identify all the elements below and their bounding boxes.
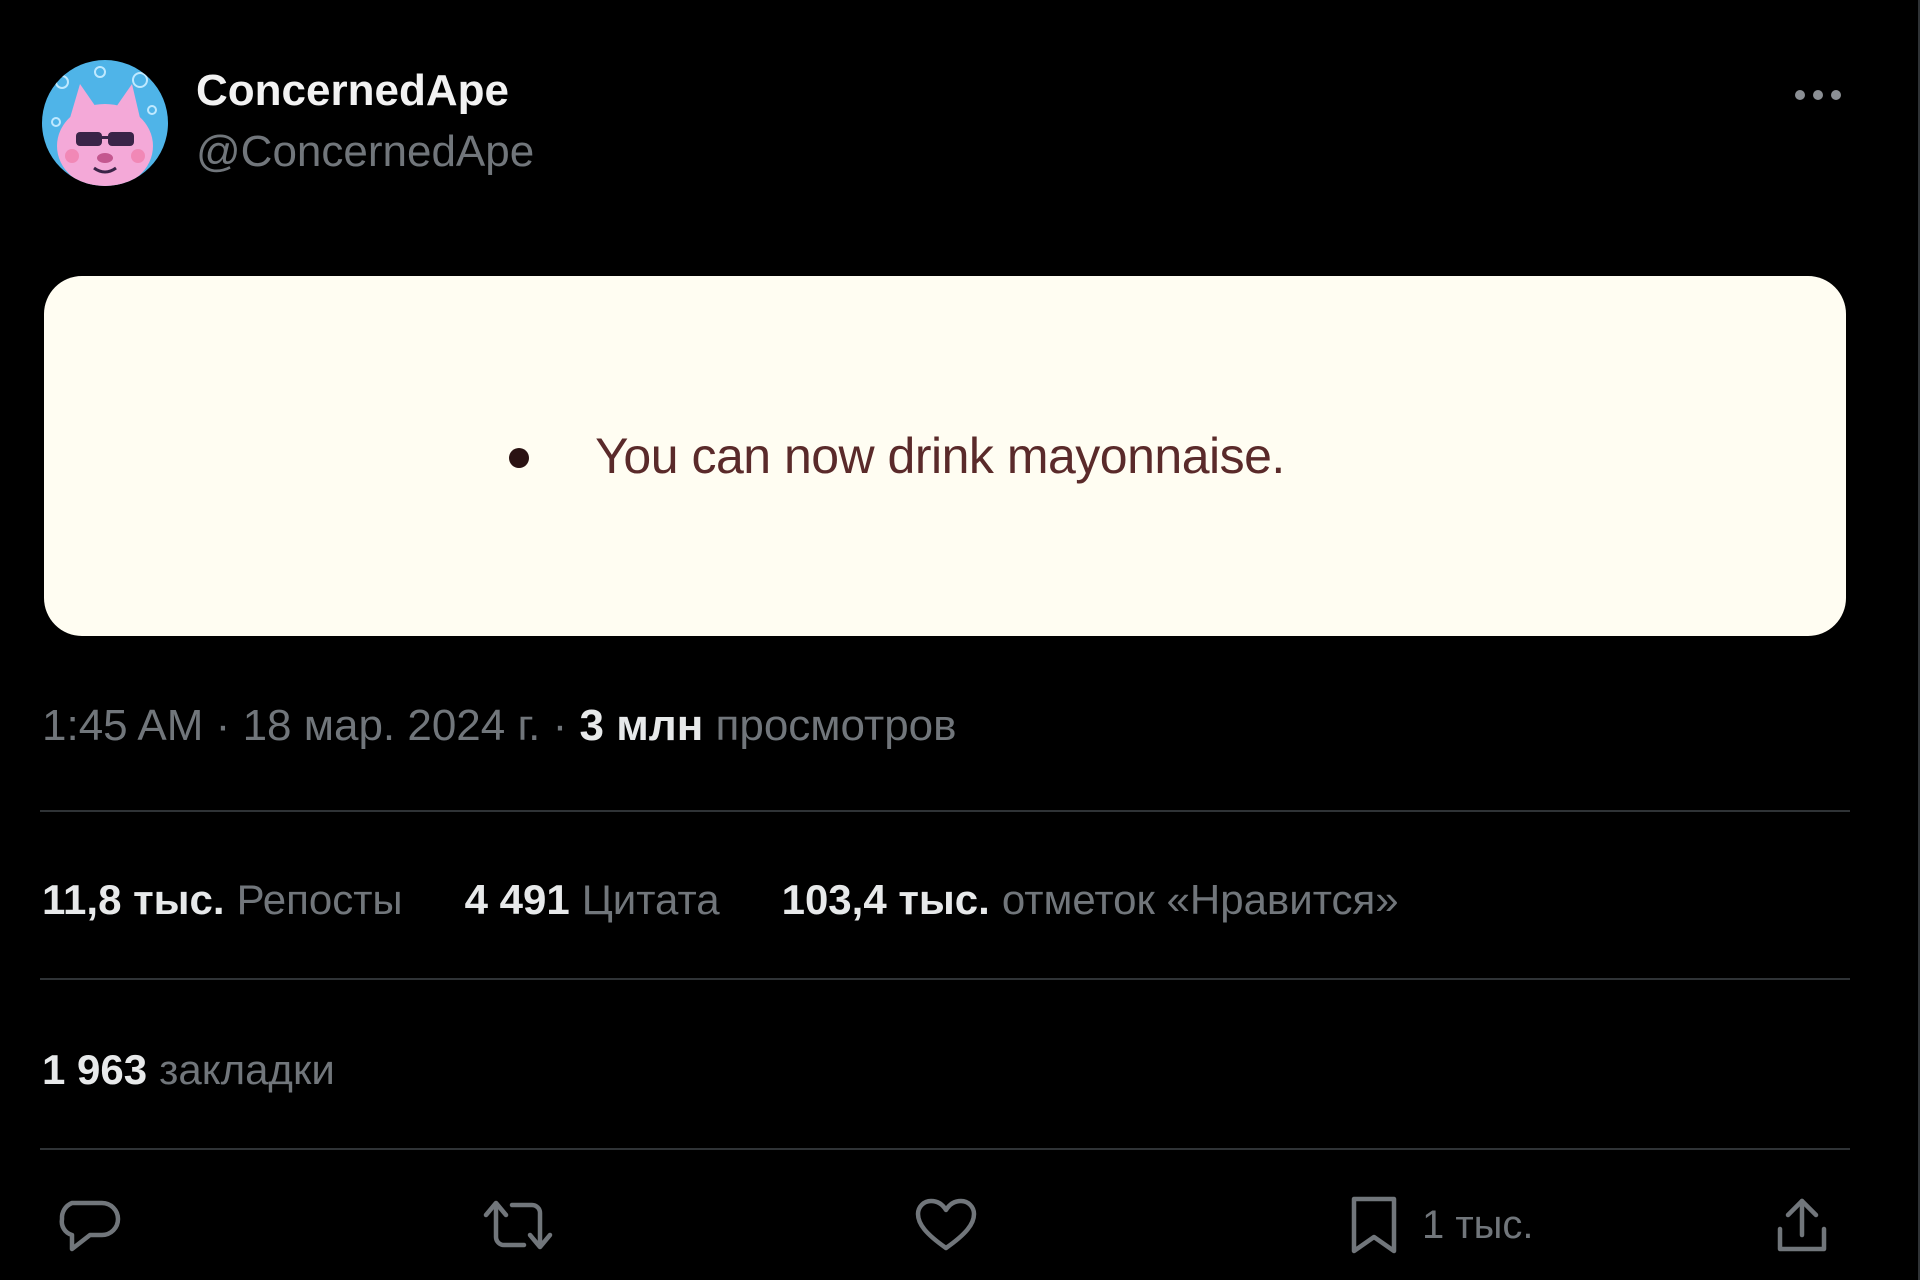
more-dots-icon xyxy=(1795,90,1841,100)
post-header: ConcernedApe @ConcernedApe xyxy=(42,60,534,186)
reposts-stat[interactable]: 11,8 тыс. Репосты xyxy=(42,870,403,930)
bullet-dot-icon xyxy=(509,448,530,468)
author-handle[interactable]: @ConcernedApe xyxy=(196,122,534,182)
author-display-name[interactable]: ConcernedApe xyxy=(196,64,534,118)
post-media-image[interactable]: You can now drink mayonnaise. xyxy=(44,276,1846,636)
engagement-stats: 11,8 тыс. Репосты 4 491 Цитата 103,4 тыс. о… xyxy=(42,870,1461,930)
quotes-stat[interactable]: 4 491 Цитата xyxy=(465,870,720,930)
post-meta: 1:45 AM · 18 мар. 2024 г. · 3 млн просмо… xyxy=(42,696,957,756)
bookmarks-label: закладки xyxy=(159,1046,335,1093)
quotes-count: 4 491 xyxy=(464,876,570,923)
meta-separator: · xyxy=(552,701,568,750)
avatar[interactable] xyxy=(42,60,168,186)
repost-button[interactable] xyxy=(482,1190,554,1260)
bookmarks-stat[interactable]: 1 963 закладки xyxy=(42,1040,335,1100)
pink-cat-avatar-icon xyxy=(42,60,168,186)
share-button[interactable] xyxy=(1774,1190,1830,1260)
likes-label: отметок «Нравится» xyxy=(1001,876,1399,923)
post-time[interactable]: 1:45 AM xyxy=(42,701,203,750)
divider xyxy=(40,810,1850,812)
reposts-label: Репосты xyxy=(236,876,403,923)
bookmark-icon xyxy=(1351,1196,1397,1254)
like-button[interactable] xyxy=(914,1190,978,1260)
likes-stat[interactable]: 103,4 тыс. отметок «Нравится» xyxy=(782,870,1399,930)
divider xyxy=(40,1148,1850,1150)
media-bullet-line: You can now drink mayonnaise. xyxy=(509,427,1285,485)
bookmark-action-count: 1 тыс. xyxy=(1422,1202,1534,1247)
media-text: You can now drink mayonnaise. xyxy=(595,428,1285,484)
action-bar: 1 тыс. xyxy=(0,1190,1920,1260)
reply-button[interactable] xyxy=(58,1190,122,1260)
author-names: ConcernedApe @ConcernedApe xyxy=(196,64,534,182)
post-date[interactable]: 18 мар. 2024 г. xyxy=(243,701,541,750)
reply-bubble-icon xyxy=(59,1200,121,1252)
heart-icon xyxy=(915,1198,977,1251)
quotes-label: Цитата xyxy=(581,876,720,923)
meta-separator: · xyxy=(215,701,231,750)
views-label: просмотров xyxy=(715,701,957,750)
share-upload-icon xyxy=(1777,1198,1827,1252)
more-options-button[interactable] xyxy=(1792,78,1844,112)
reposts-count: 11,8 тыс. xyxy=(42,876,225,923)
bookmarks-count: 1 963 xyxy=(42,1046,148,1093)
bookmark-button[interactable]: 1 тыс. xyxy=(1348,1190,1534,1260)
likes-count: 103,4 тыс. xyxy=(781,876,990,923)
divider xyxy=(40,978,1850,980)
views-count: 3 млн xyxy=(579,701,704,750)
repost-arrows-icon xyxy=(483,1200,553,1250)
